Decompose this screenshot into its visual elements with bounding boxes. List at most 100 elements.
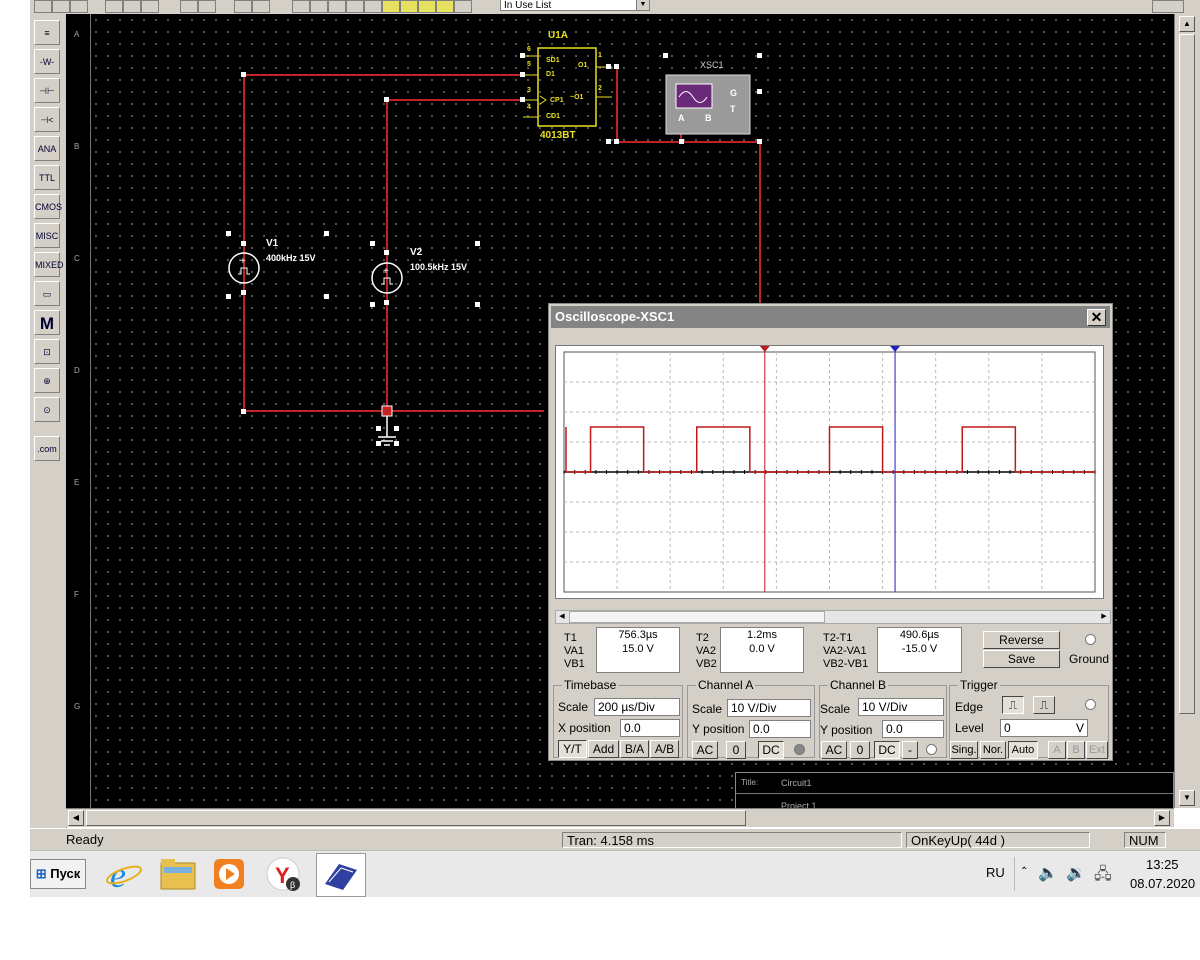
timebase-scale-label: Scale [558,700,589,714]
add-mode-button[interactable]: Add [588,740,619,758]
channel-a-ypos-field[interactable]: 0.0 [749,720,811,738]
level-label: Level [955,721,984,735]
channel-b-ypos-field[interactable]: 0.0 [882,720,944,738]
ab-mode-button[interactable]: A/B [650,740,679,758]
vertical-scrollbar[interactable]: ▲ ▼ [1174,14,1200,808]
oscilloscope-display [563,346,1096,593]
yt-mode-button[interactable]: Y/T [558,740,587,758]
channel-a-title: Channel A [696,678,756,692]
oscilloscope-title: Oscilloscope-XSC1 [555,309,675,324]
x-position-field[interactable]: 0.0 [620,719,680,737]
ground-radio[interactable] [1085,634,1096,645]
start-label: Пуск [50,866,81,881]
status-keyup: OnKeyUp( 44d ) [906,832,1090,848]
trigger-level-field[interactable]: 0 [1000,719,1088,737]
trigger-source-ext[interactable]: Ext [1086,741,1108,759]
svg-text:+: + [240,256,246,267]
scroll-down-icon[interactable]: ▼ [1179,790,1195,806]
channel-b-ypos-label: Y position [820,723,873,737]
trigger-source-a[interactable]: A [1048,741,1066,759]
rising-edge-icon[interactable]: ⎍ [1002,696,1024,714]
channel-b-ac-button[interactable]: AC [821,741,847,759]
u1a-pinnum-2: 2 [598,85,602,92]
u1a-pinnum-5: 5 [527,61,531,68]
media-player-icon[interactable] [210,855,250,893]
scroll-left-icon[interactable]: ◀ [68,810,84,826]
tray-expand-icon[interactable]: ⌃ [1020,866,1028,877]
single-trigger-button[interactable]: Sing. [950,741,978,759]
trigger-source-b[interactable]: B [1067,741,1085,759]
u1a-pinnum-6: 6 [527,46,531,53]
channel-b-zero-button[interactable]: 0 [850,741,870,759]
oscilloscope-title-bar[interactable]: Oscilloscope-XSC1 ✕ [551,306,1110,328]
save-button[interactable]: Save [983,650,1060,668]
t1-label: T1 [564,632,577,644]
auto-trigger-button[interactable]: Auto [1008,741,1038,759]
channel-a-zero-button[interactable]: 0 [726,741,746,759]
reverse-button[interactable]: Reverse [983,631,1060,649]
channel-a-scale-field[interactable]: 10 V/Div [727,699,811,717]
channel-a-ypos-label: Y position [692,722,745,736]
timebase-scale-field[interactable]: 200 µs/Div [594,698,680,716]
file-explorer-icon[interactable] [158,855,198,893]
u1a-ref: U1A [548,30,569,41]
falling-edge-icon[interactable]: ⎍ [1033,696,1055,714]
osc-scroll-right-icon[interactable]: ▶ [1098,611,1110,623]
windows-flag-icon: ⊞ [35,866,47,881]
volume-icon[interactable]: 🔉 [1066,863,1086,883]
channel-a-radio[interactable] [794,744,805,755]
horizontal-scroll-thumb[interactable] [86,810,746,826]
channel-a-ac-button[interactable]: AC [692,741,718,759]
cursor1-marker[interactable] [761,345,771,351]
vb2-label: VB2 [696,658,717,670]
xsc1-terminal-t: T [730,104,736,114]
trigger-unit: V [1076,721,1085,735]
scroll-right-icon[interactable]: ▶ [1154,810,1170,826]
xsc1-ref: XSC1 [700,60,724,70]
clock-date: 08.07.2020 [1130,876,1196,891]
xsc1-terminal-b: B [705,113,712,123]
channel-b-radio[interactable] [926,744,937,755]
network-icon[interactable]: 🖧 [1094,863,1112,890]
language-indicator[interactable]: RU [986,865,1005,880]
t2-readout: 1.2ms 0.0 V [720,627,804,673]
ba-mode-button[interactable]: B/A [620,740,649,758]
oscilloscope-scrollbar[interactable]: ◀ ▶ [555,610,1111,624]
channel-a-dc-button[interactable]: DC [758,741,784,759]
v1-ref: V1 [266,238,279,249]
channel-b-minus-button[interactable]: - [902,741,918,759]
horizontal-scrollbar[interactable]: ◀ ▶ [66,808,1174,827]
vertical-scroll-thumb[interactable] [1179,34,1195,714]
channel-b-dc-button[interactable]: DC [874,741,900,759]
speaker-icon[interactable]: 🔈 [1038,863,1058,883]
u1a-pin-not-o1: ~O1 [570,94,584,101]
title-block-label: Title: [741,778,759,787]
va2-label: VA2 [696,645,716,657]
u1a-pinnum-4: 4 [527,104,531,111]
channel-b-title: Channel B [828,678,889,692]
trigger-radio[interactable] [1085,699,1096,710]
u1a-pin-o1: O1 [578,62,588,69]
clock-time: 13:25 [1146,857,1179,872]
start-button[interactable]: ⊞ Пуск [30,859,86,889]
normal-trigger-button[interactable]: Nor. [980,741,1006,759]
xsc1-screen [675,83,713,109]
osc-scroll-left-icon[interactable]: ◀ [556,611,568,623]
channel-b-scale-field[interactable]: 10 V/Div [858,698,944,716]
internet-explorer-icon[interactable]: e [104,855,144,895]
va2-va1-label: VA2-VA1 [823,645,867,657]
x-position-label: X position [558,721,611,735]
close-icon[interactable]: ✕ [1087,309,1106,326]
u1a-pinnum-1: 1 [598,52,602,59]
yandex-browser-icon[interactable]: Yβ [264,855,304,893]
scroll-up-icon[interactable]: ▲ [1179,16,1195,32]
channel-b-scale-label: Scale [820,702,851,716]
v1-value: 400kHz 15V [266,253,316,263]
channel-b-group: Channel B Scale 10 V/Div Y position 0.0 … [819,678,947,759]
multisim-taskbar-icon[interactable] [316,853,366,897]
osc-scroll-thumb[interactable] [569,611,825,623]
trigger-title: Trigger [958,678,1000,692]
title-block-title: Circuit1 [781,778,812,788]
oscilloscope-screen[interactable] [555,345,1104,599]
ground-label: Ground [1069,652,1110,666]
